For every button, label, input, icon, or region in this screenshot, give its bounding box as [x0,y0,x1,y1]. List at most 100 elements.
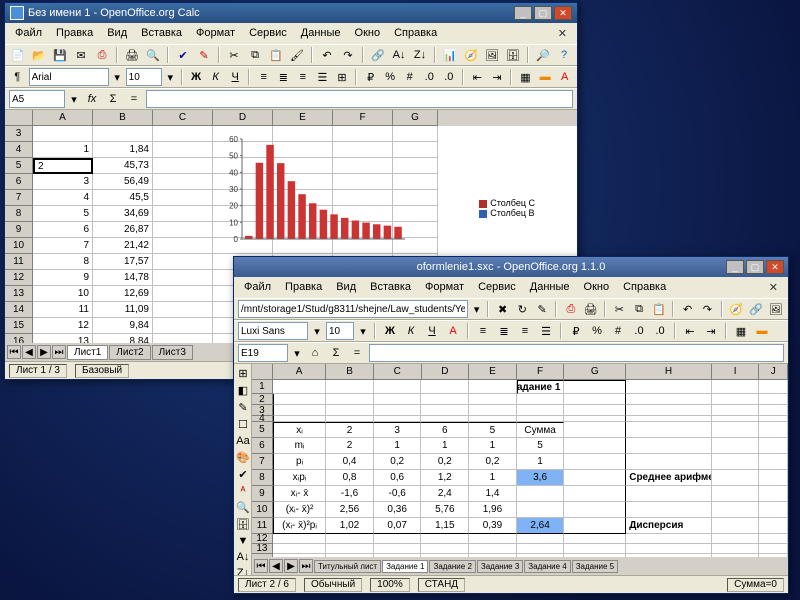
cell[interactable] [374,405,422,416]
cell[interactable]: 0,07 [374,518,422,534]
cell[interactable]: 2 [326,422,374,438]
tab-nav-last-icon[interactable]: ⏭ [52,345,66,359]
cell[interactable]: 1,84 [93,142,153,158]
align-right-icon[interactable]: ≡ [295,68,312,86]
maximize-button[interactable]: ▢ [534,6,552,20]
styles-icon[interactable]: ¶ [9,68,26,86]
pdf-icon[interactable]: ⎙ [562,300,579,318]
cell[interactable] [374,394,422,405]
inc-indent-icon[interactable]: ⇥ [489,68,506,86]
cell[interactable] [393,126,438,142]
cell[interactable] [517,502,565,518]
percent-icon[interactable]: % [382,68,399,86]
row-header[interactable]: 7 [252,454,273,470]
italic-icon[interactable]: К [402,322,420,340]
cell[interactable] [564,380,626,394]
cell[interactable] [333,174,393,190]
cell[interactable] [33,126,93,142]
cell[interactable] [517,554,565,557]
cell[interactable] [421,405,469,416]
row-header[interactable]: 9 [252,486,273,502]
copy-icon[interactable]: ⧉ [246,46,264,64]
column-header[interactable]: H [626,364,712,380]
column-header[interactable]: J [759,364,788,380]
insert-cells-icon[interactable]: ⊞ [235,366,251,381]
cell[interactable] [93,126,153,142]
cell[interactable]: 12 [33,318,93,334]
bold-icon[interactable]: Ж [381,322,399,340]
cell[interactable] [273,394,326,405]
cell[interactable]: 0,2 [421,454,469,470]
column-header[interactable]: I [712,364,760,380]
cell[interactable]: Среднее арифметическое [626,470,711,486]
cell[interactable]: (xᵢ- x̄)²pᵢ [273,518,326,534]
menu-item[interactable]: Данные [524,279,576,296]
cellref-dropdown-icon[interactable]: ▾ [68,90,80,108]
sheet-tab[interactable]: Задание 1 [382,560,428,573]
link-icon[interactable]: 🔗 [369,46,387,64]
sheet-tab[interactable]: Задание 3 [477,560,523,573]
cell[interactable]: 1,4 [469,486,517,502]
inc-decimal-icon[interactable]: .0 [421,68,438,86]
cell[interactable] [564,454,626,470]
sheet-tab[interactable]: Титульный лист [314,560,381,573]
cell[interactable] [469,405,517,416]
align-justify-icon[interactable]: ☰ [314,68,331,86]
sort-asc-icon[interactable]: A↓ [235,550,251,564]
menu-item[interactable]: Вставка [135,25,188,42]
cell[interactable]: 8,84 [93,334,153,343]
cell[interactable]: 1,02 [326,518,374,534]
column-header[interactable]: A [273,364,326,380]
reload-icon[interactable]: ↻ [514,300,531,318]
menu-item[interactable]: Окно [578,279,616,296]
tab-nav-next-icon[interactable]: ▶ [37,345,51,359]
border-icon[interactable]: ▦ [732,322,750,340]
row-header[interactable]: 3 [5,126,33,142]
column-header[interactable]: B [93,110,153,126]
cell[interactable]: 1,15 [421,518,469,534]
cell[interactable] [759,534,788,544]
spellauto-icon[interactable]: ᴬ [235,484,251,498]
cell[interactable] [153,334,213,343]
show-draw-icon[interactable]: ✎ [235,400,251,415]
cell[interactable] [517,486,565,502]
cell[interactable] [759,502,788,518]
cell[interactable] [273,142,333,158]
equals-icon[interactable]: = [125,90,143,108]
bgcolor-icon[interactable]: ▬ [537,68,554,86]
cell[interactable]: Ответ: [273,554,326,557]
cell[interactable] [759,422,788,438]
cell[interactable]: 34,69 [93,206,153,222]
cell[interactable]: mᵢ [273,438,326,454]
cell[interactable] [517,394,565,405]
cell[interactable]: 2,56 [326,502,374,518]
sheet-tab[interactable]: Лист2 [109,345,150,360]
align-center-icon[interactable]: ≣ [275,68,292,86]
cell[interactable] [326,405,374,416]
cell[interactable] [213,174,273,190]
dec-indent-icon[interactable]: ⇤ [681,322,699,340]
cell[interactable] [333,126,393,142]
cell[interactable] [153,222,213,238]
cell[interactable]: 3 [374,422,422,438]
minimize-button[interactable]: _ [514,6,532,20]
undo-icon[interactable]: ↶ [679,300,696,318]
menu-item[interactable]: Справка [388,25,443,42]
column-header[interactable]: C [153,110,213,126]
cell[interactable] [393,142,438,158]
cell[interactable]: 0,2 [374,454,422,470]
dec-decimal-icon[interactable]: .0 [651,322,669,340]
cell[interactable] [564,394,626,405]
cell[interactable] [626,502,711,518]
sheet-tab[interactable]: Задание 4 [524,560,570,573]
cell[interactable]: 10 [33,286,93,302]
cell[interactable] [273,380,326,394]
theme-icon[interactable]: 🎨 [235,450,251,465]
menu-item[interactable]: Вставка [364,279,417,296]
cell[interactable] [712,422,760,438]
align-right-icon[interactable]: ≡ [516,322,534,340]
menu-item[interactable]: Вид [330,279,362,296]
link-icon[interactable]: 🔗 [747,300,764,318]
cell[interactable] [712,544,760,554]
cell[interactable] [517,534,565,544]
